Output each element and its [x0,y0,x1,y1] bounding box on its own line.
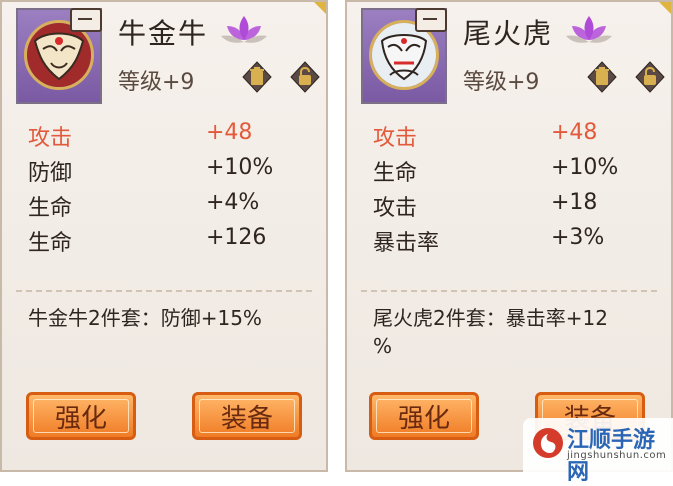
set-bonus-text: 尾火虎2件套：暴击率+12 % [373,306,608,358]
corner-ornament-icon [649,2,671,24]
stat-value: +48 [206,120,253,145]
stat-row-primary: 攻击 +48 [373,116,661,151]
stats-list: 攻击 +48 防御 +10% 生命 +4% 生命 +126 [28,116,316,256]
stat-value: +48 [551,120,598,145]
upgrade-button-label: 强化 [54,403,107,434]
soul-name: 牛金牛 [118,17,209,50]
stat-row: 暴击率 +3% [373,221,661,256]
soul-level: 等级+9 [463,70,540,95]
lotus-icon [562,10,616,50]
stats-list: 攻击 +48 生命 +10% 攻击 +18 暴击率 +3% [373,116,661,256]
watermark-subtitle: jingshunshun.com [567,450,667,461]
soul-level: 等级+9 [118,70,195,95]
upgrade-button[interactable]: 强化 [26,392,136,440]
stat-value: +10% [551,155,619,180]
stat-label: 生命 [28,231,73,256]
stat-value: +4% [206,190,260,215]
equip-button[interactable]: 装备 [192,392,302,440]
soul-avatar-frame[interactable] [16,8,102,104]
divider [16,290,312,292]
watermark-logo-icon [531,426,565,460]
lock-icon[interactable] [633,60,667,94]
upgrade-button-label: 强化 [397,403,450,434]
stat-value: +18 [551,190,598,215]
stat-label: 生命 [373,161,418,186]
stat-row: 生命 +10% [373,151,661,186]
site-watermark: 江顺手游网 jingshunshun.com [523,418,673,485]
equip-button-label: 装备 [220,403,273,434]
stat-label: 暴击率 [373,231,440,256]
trash-icon[interactable] [585,60,619,94]
divider [361,290,657,292]
set-bonus-text: 牛金牛2件套：防御+15% [28,306,262,330]
stat-label: 攻击 [373,196,418,221]
stat-value: +3% [551,225,605,250]
soul-avatar-frame[interactable] [361,8,447,104]
stat-value: +10% [206,155,274,180]
minus-badge-icon [70,8,102,32]
lock-icon[interactable] [288,60,322,94]
stat-row-primary: 攻击 +48 [28,116,316,151]
stat-row: 防御 +10% [28,151,316,186]
trash-icon[interactable] [240,60,274,94]
stat-label: 攻击 [373,126,418,151]
stat-label: 防御 [28,161,73,186]
stat-label: 攻击 [28,126,73,151]
soul-name: 尾火虎 [463,17,554,50]
stat-row: 生命 +126 [28,221,316,256]
lotus-icon [217,10,271,50]
equipment-panel-right: 尾火虎 等级+9 攻击 +48 生命 +10% 攻击 +18 暴击率 +3% 尾… [345,0,673,472]
minus-badge-icon [415,8,447,32]
stat-label: 生命 [28,196,73,221]
upgrade-button[interactable]: 强化 [369,392,479,440]
corner-ornament-icon [304,2,326,24]
stat-row: 攻击 +18 [373,186,661,221]
equipment-panel-left: 牛金牛 等级+9 攻击 +48 防御 +10% 生命 +4% 生命 +126 牛… [0,0,328,472]
stat-row: 生命 +4% [28,186,316,221]
stat-value: +126 [206,225,267,250]
